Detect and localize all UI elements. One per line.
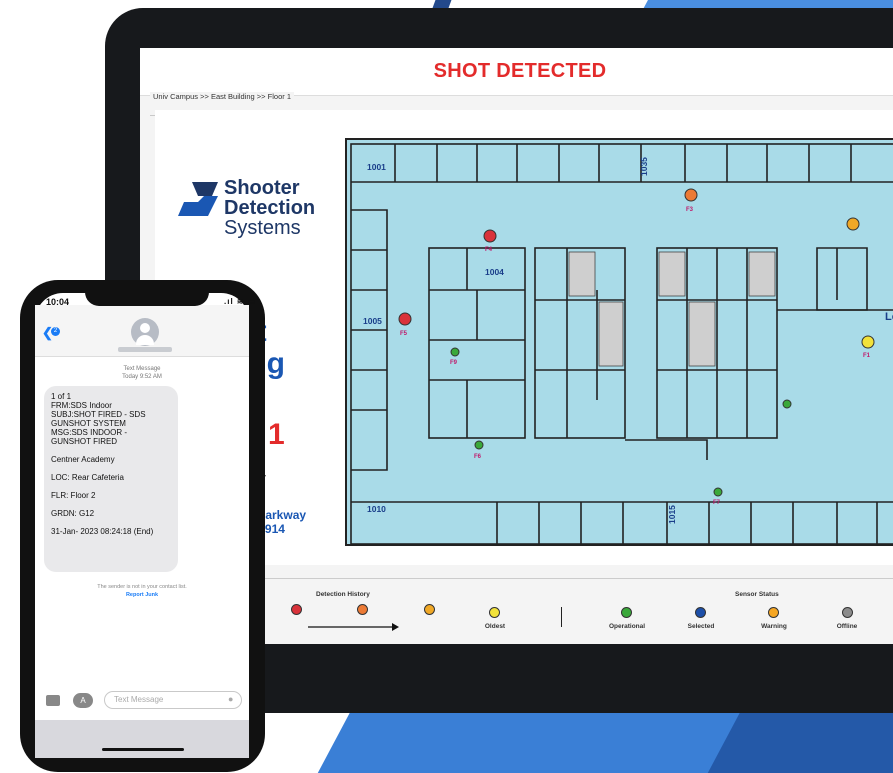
unread-badge: 2 (51, 327, 60, 336)
message-line: 31-Jan- 2023 08:24:18 (End) (51, 527, 154, 536)
history-dot (489, 607, 500, 618)
history-dot (357, 604, 368, 615)
message-line: FRM:SDS Indoor (51, 401, 112, 410)
message-line: GUNSHOT SYSTEM (51, 419, 126, 428)
status-icons: .ıl ≋ ▭ (224, 297, 257, 306)
message-line: 1 of 1 (51, 392, 72, 401)
person-icon (140, 323, 150, 333)
status-dot-warning (768, 607, 779, 618)
brand-line3: Systems (224, 217, 301, 239)
message-line: GRDN: G12 (51, 509, 95, 518)
room-label: 1001 (367, 162, 386, 172)
oldest-label: Oldest (484, 623, 506, 630)
breadcrumb[interactable]: Univ Campus >> East Building >> Floor 1 (150, 92, 294, 101)
status-dot-offline (842, 607, 853, 618)
contact-avatar[interactable] (131, 318, 159, 346)
sensor-id: F3 (686, 207, 694, 213)
promo-stage: SHOT DETECTED Univ Campus >> East Buildi… (0, 0, 893, 773)
person-icon-body (136, 335, 154, 345)
sensor-marker[interactable] (782, 399, 792, 409)
brand-line2: Detection (224, 197, 316, 219)
sensor-id: F4 (485, 247, 493, 253)
room-label: 1035 (639, 157, 649, 176)
floor-map[interactable]: 1001 1035 1004 1005 1010 1015 Lo F3 (345, 138, 893, 546)
sensor-marker[interactable] (861, 335, 875, 349)
history-dot (291, 604, 302, 615)
report-junk-link[interactable]: Report Junk (35, 591, 249, 599)
sensor-id: F1 (863, 353, 871, 359)
sensor-status-title: Sensor Status (735, 591, 779, 598)
sensor-marker[interactable] (483, 229, 497, 243)
history-dot (424, 604, 435, 615)
sensor-marker[interactable] (450, 347, 460, 357)
message-line: FLR: Floor 2 (51, 491, 96, 500)
status-dot-operational (621, 607, 632, 618)
message-meta: Text Message Today 9:52 AM (35, 365, 249, 381)
room-label: 1005 (363, 316, 382, 326)
message-line: GUNSHOT FIRED (51, 437, 118, 446)
sensor-id: F6 (474, 454, 482, 460)
brand-name: Shooter Detection Systems (224, 178, 315, 238)
status-label: Selected (687, 623, 715, 630)
message-bubble[interactable]: 1 of 1 FRM:SDS Indoor SUBJ:SHOT FIRED - … (44, 386, 178, 572)
logo-mark-icon (178, 182, 218, 216)
detection-history-title: Detection History (316, 591, 370, 598)
camera-icon[interactable] (46, 695, 60, 706)
room-label: Lo (885, 311, 893, 323)
message-line: SUBJ:SHOT FIRED - SDS (51, 410, 146, 419)
message-input[interactable]: Text Message (104, 691, 242, 709)
sensor-marker[interactable] (474, 440, 484, 450)
legend-divider (561, 607, 562, 627)
status-label: Offline (836, 623, 858, 630)
message-line: Centner Academy (51, 455, 115, 464)
sensor-id: F9 (450, 360, 458, 366)
sensor-marker[interactable] (846, 217, 860, 231)
brand-line1: Shooter (224, 177, 300, 199)
alert-banner: SHOT DETECTED (140, 48, 893, 96)
unknown-sender-notice: The sender is not in your contact list. … (35, 583, 249, 599)
message-line: MSG:SDS INDOOR - (51, 428, 128, 437)
alert-title: SHOT DETECTED (433, 60, 607, 82)
floor-plan-drawing: 1001 1035 1004 1005 1010 1015 Lo F3 (350, 143, 893, 544)
phone-notch (85, 282, 209, 306)
status-label: Warning (761, 623, 787, 630)
room-label: 1010 (367, 504, 386, 514)
status-time: 10:04 (46, 297, 70, 307)
sensor-id: F5 (400, 331, 408, 337)
home-indicator[interactable] (102, 748, 184, 751)
room-label: 1015 (667, 505, 677, 524)
keyboard-area (35, 720, 249, 758)
meta-time: Today 9:52 AM (122, 374, 162, 380)
arrow-right-icon (308, 623, 399, 631)
status-dot-selected (695, 607, 706, 618)
sensor-marker[interactable] (713, 487, 723, 497)
sensor-marker[interactable] (398, 312, 412, 326)
sender-name-redacted (118, 347, 172, 352)
app-store-icon[interactable]: A (73, 693, 93, 708)
sensor-id: F7 (713, 500, 721, 506)
sensor-marker[interactable] (684, 188, 698, 202)
meta-type: Text Message (123, 366, 161, 372)
room-label: 1004 (485, 267, 504, 277)
notice-text: The sender is not in your contact list. (97, 584, 187, 590)
status-label: Operational (608, 623, 646, 630)
microphone-icon[interactable]: ● (228, 694, 233, 704)
message-line: LOC: Rear Cafeteria (51, 473, 124, 482)
